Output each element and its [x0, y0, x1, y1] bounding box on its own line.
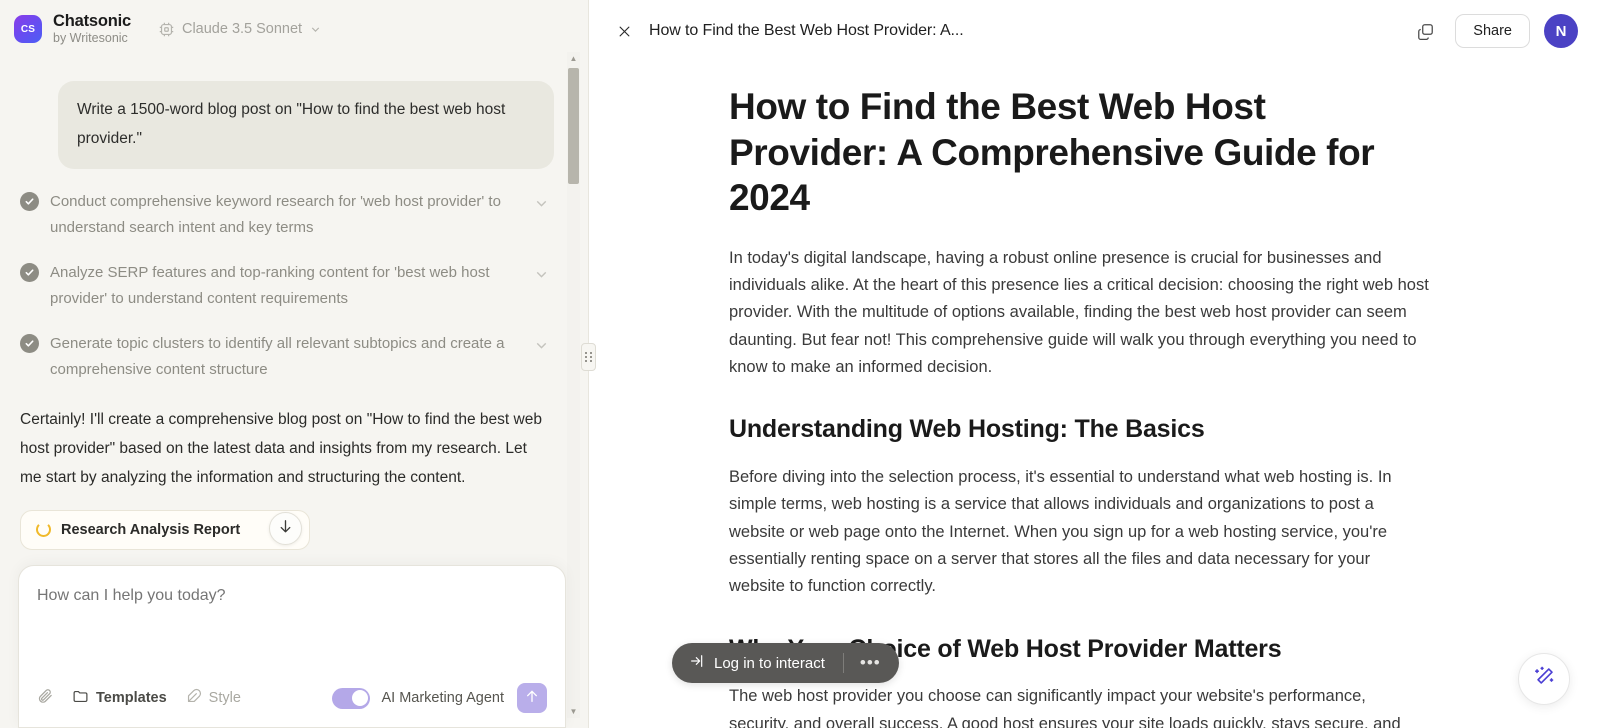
send-button[interactable] [517, 683, 547, 713]
arrow-down-icon [277, 518, 294, 540]
chat-input[interactable] [37, 585, 547, 673]
style-label: Style [209, 690, 241, 706]
model-selector[interactable]: Claude 3.5 Sonnet [158, 21, 322, 38]
scrollbar-thumb[interactable] [568, 68, 579, 184]
ai-marketing-agent-label: AI Marketing Agent [381, 690, 504, 706]
chevron-down-icon [309, 23, 322, 36]
style-button[interactable]: Style [185, 688, 241, 709]
grip-dots-icon [585, 352, 592, 362]
login-to-interact-label: Log in to interact [714, 655, 825, 672]
login-to-interact-bar[interactable]: Log in to interact ••• [672, 643, 899, 683]
task-label: Generate topic clusters to identify all … [50, 331, 522, 382]
templates-button[interactable]: Templates [72, 688, 167, 709]
task-item[interactable]: Analyze SERP features and top-ranking co… [20, 260, 554, 311]
document-tab-title[interactable]: How to Find the Best Web Host Provider: … [649, 22, 964, 40]
attach-file-button[interactable] [37, 688, 54, 709]
app-root: CS Chatsonic by Writesonic Claude 3.5 So… [0, 0, 1600, 728]
toggle-knob [352, 690, 368, 706]
task-label: Conduct comprehensive keyword research f… [50, 189, 522, 240]
composer-toolbar: Templates Style AI Marketing Agent [37, 673, 547, 727]
chevron-down-icon[interactable] [533, 266, 550, 288]
model-selector-label: Claude 3.5 Sonnet [182, 21, 302, 37]
composer-box: Templates Style AI Marketing Agent [18, 565, 566, 728]
scrollbar-down-arrow[interactable]: ▼ [567, 705, 580, 718]
pill-divider [843, 653, 844, 673]
document-panel-header: How to Find the Best Web Host Provider: … [589, 0, 1600, 62]
report-card-label: Research Analysis Report [61, 522, 240, 538]
task-item[interactable]: Conduct comprehensive keyword research f… [20, 189, 554, 240]
user-message: Write a 1500-word blog post on "How to f… [58, 81, 554, 169]
share-button[interactable]: Share [1455, 14, 1530, 48]
document-intro-paragraph: In today's digital landscape, having a r… [729, 245, 1429, 382]
document-body: How to Find the Best Web Host Provider: … [729, 62, 1429, 728]
scroll-to-bottom-button[interactable] [269, 512, 302, 545]
composer: Templates Style AI Marketing Agent [18, 565, 566, 728]
document-title: How to Find the Best Web Host Provider: … [729, 84, 1429, 221]
brand-subtitle: by Writesonic [53, 32, 131, 45]
document-scroll-area: How to Find the Best Web Host Provider: … [589, 62, 1600, 728]
check-circle-icon [20, 192, 39, 211]
ellipsis-icon[interactable]: ••• [848, 643, 893, 683]
loading-spinner-icon [36, 522, 51, 537]
check-circle-icon [20, 334, 39, 353]
folder-icon [72, 688, 89, 709]
magic-wand-icon [1533, 665, 1556, 693]
login-arrow-icon [689, 653, 705, 674]
task-label: Analyze SERP features and top-ranking co… [50, 260, 522, 311]
feather-icon [185, 688, 202, 709]
chevron-down-icon[interactable] [533, 337, 550, 359]
ai-magic-button[interactable] [1518, 653, 1570, 705]
logo-initials: CS [21, 24, 35, 35]
paperclip-icon [37, 688, 54, 709]
close-icon[interactable] [611, 18, 637, 44]
brand-name: Chatsonic [53, 13, 131, 30]
chatsonic-logo-icon: CS [14, 15, 42, 43]
document-section-heading: Understanding Web Hosting: The Basics [729, 413, 1429, 446]
check-circle-icon [20, 263, 39, 282]
document-paragraph: Before diving into the selection process… [729, 464, 1429, 601]
scrollbar-up-arrow[interactable]: ▲ [567, 52, 580, 65]
research-analysis-report-card[interactable]: Research Analysis Report [20, 510, 310, 550]
assistant-message: Certainly! I'll create a comprehensive b… [20, 406, 548, 492]
avatar[interactable]: N [1544, 14, 1578, 48]
brand-block: Chatsonic by Writesonic [53, 13, 131, 44]
copy-icon[interactable] [1411, 17, 1439, 45]
chat-scrollbar[interactable]: ▲ ▼ [567, 52, 580, 718]
task-item[interactable]: Generate topic clusters to identify all … [20, 331, 554, 382]
panel-resize-handle[interactable] [581, 343, 596, 371]
document-paragraph: The web host provider you choose can sig… [729, 683, 1429, 728]
chat-panel-header: CS Chatsonic by Writesonic Claude 3.5 So… [0, 0, 588, 58]
chip-icon [158, 21, 175, 38]
chat-panel: CS Chatsonic by Writesonic Claude 3.5 So… [0, 0, 588, 728]
arrow-up-icon [524, 688, 540, 709]
document-panel: How to Find the Best Web Host Provider: … [589, 0, 1600, 728]
chevron-down-icon[interactable] [533, 195, 550, 217]
ai-marketing-agent-toggle[interactable] [332, 688, 370, 709]
templates-label: Templates [96, 690, 167, 706]
